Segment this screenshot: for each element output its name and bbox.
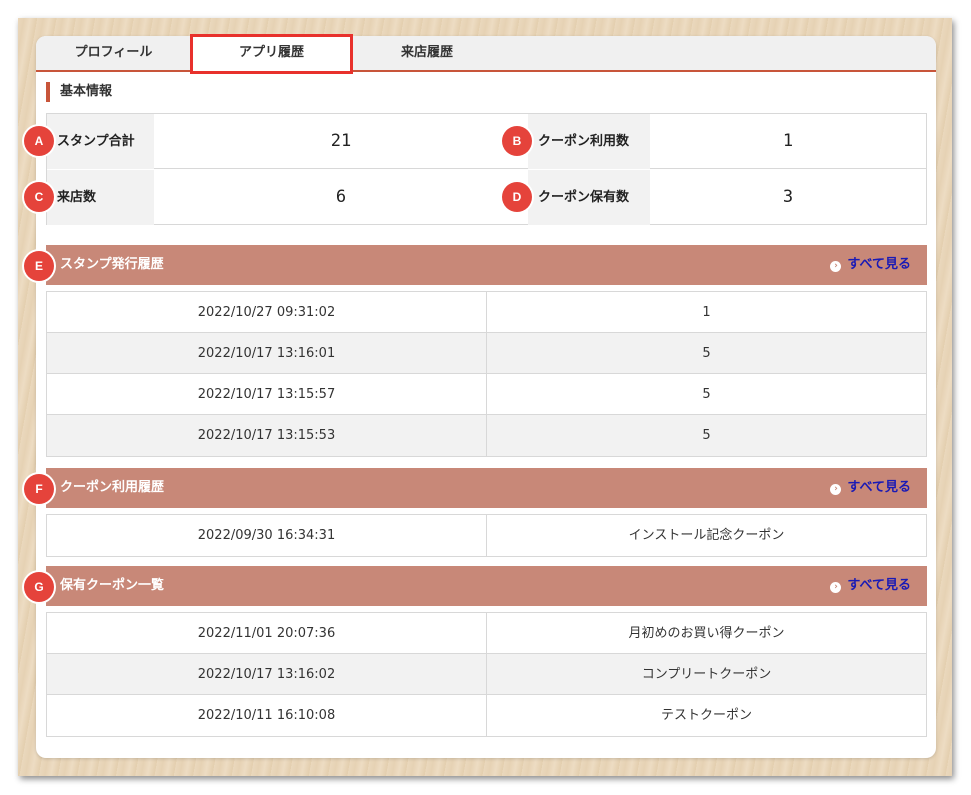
table-row: 2022/10/17 13:15:57 5 bbox=[47, 374, 926, 415]
coupon-usage-name: インストール記念クーポン bbox=[628, 528, 785, 543]
table-row: 2022/11/01 20:07:36 月初めのお買い得クーポン bbox=[47, 613, 926, 654]
table-row: 2022/10/17 13:16:02 コンプリートクーポン bbox=[47, 654, 926, 695]
coupon-owned-value: 3 bbox=[782, 187, 794, 207]
owned-coupons-title: 保有クーポン一覧 bbox=[60, 578, 165, 593]
owned-coupon-datetime: 2022/11/01 20:07:36 bbox=[47, 613, 487, 654]
stamp-history-header: スタンプ発行履歴 › すべて見る bbox=[46, 245, 927, 285]
table-row: 2022/09/30 16:34:31 インストール記念クーポン bbox=[47, 515, 926, 556]
chevron-right-icon: › bbox=[830, 484, 842, 495]
coupon-usage-header: クーポン利用履歴 › すべて見る bbox=[46, 468, 927, 508]
chevron-right-icon: › bbox=[830, 261, 842, 272]
owned-coupons-table: 2022/11/01 20:07:36 月初めのお買い得クーポン 2022/10… bbox=[46, 612, 927, 737]
coupon-usage-table: 2022/09/30 16:34:31 インストール記念クーポン bbox=[46, 514, 927, 557]
stamp-count: 5 bbox=[702, 428, 711, 443]
annotation-badge-d: D bbox=[502, 182, 532, 212]
annotation-badge-e: E bbox=[24, 251, 54, 281]
tab-profile[interactable]: プロフィール bbox=[50, 36, 177, 70]
annotation-badge-c: C bbox=[24, 182, 54, 212]
table-row: 2022/10/17 13:15:53 5 bbox=[47, 415, 926, 456]
stamp-history-table: 2022/10/27 09:31:02 1 2022/10/17 13:16:0… bbox=[46, 291, 927, 457]
table-row: 2022/10/27 09:31:02 1 bbox=[47, 292, 926, 333]
coupon-usage-see-all-link[interactable]: › すべて見る bbox=[830, 468, 911, 508]
tab-app-history[interactable]: アプリ履歴 bbox=[190, 34, 353, 74]
stamp-total-label: スタンプ合計 bbox=[47, 114, 154, 169]
stamp-datetime: 2022/10/17 13:15:53 bbox=[47, 415, 487, 456]
stamp-datetime: 2022/10/17 13:16:01 bbox=[47, 333, 487, 374]
info-row: 来店数 6 クーポン保有数 3 bbox=[47, 170, 926, 225]
stamp-count: 5 bbox=[702, 346, 711, 361]
stamp-total-value: 21 bbox=[330, 131, 352, 151]
owned-coupon-name: コンプリートクーポン bbox=[641, 667, 772, 682]
coupon-usage-datetime: 2022/09/30 16:34:31 bbox=[47, 515, 487, 556]
basic-info-heading: 基本情報 bbox=[46, 82, 112, 102]
owned-coupon-name: テストクーポン bbox=[660, 708, 752, 723]
table-row: 2022/10/17 13:16:01 5 bbox=[47, 333, 926, 374]
stamp-count: 1 bbox=[702, 305, 711, 320]
owned-coupons-see-all-link[interactable]: › すべて見る bbox=[830, 566, 911, 606]
coupon-used-value: 1 bbox=[782, 131, 794, 151]
stamp-history-see-all-link[interactable]: › すべて見る bbox=[830, 245, 911, 285]
chevron-right-icon: › bbox=[830, 582, 842, 593]
owned-coupon-datetime: 2022/10/11 16:10:08 bbox=[47, 695, 487, 736]
owned-coupon-name: 月初めのお買い得クーポン bbox=[628, 626, 785, 641]
annotation-badge-a: A bbox=[24, 126, 54, 156]
owned-coupon-datetime: 2022/10/17 13:16:02 bbox=[47, 654, 487, 695]
stamp-count: 5 bbox=[702, 387, 711, 402]
stamp-history-title: スタンプ発行履歴 bbox=[60, 257, 164, 272]
coupon-usage-title: クーポン利用履歴 bbox=[60, 480, 165, 495]
visit-count-label: 来店数 bbox=[47, 170, 154, 225]
annotation-badge-b: B bbox=[502, 126, 532, 156]
coupon-used-label: クーポン利用数 bbox=[528, 114, 650, 169]
info-row: スタンプ合計 21 クーポン利用数 1 bbox=[47, 114, 926, 169]
coupon-owned-label: クーポン保有数 bbox=[528, 170, 650, 225]
stamp-datetime: 2022/10/27 09:31:02 bbox=[47, 292, 487, 333]
annotation-badge-g: G bbox=[24, 572, 54, 602]
basic-info-table: スタンプ合計 21 クーポン利用数 1 来店数 6 クーポン保有数 3 bbox=[46, 113, 927, 225]
app-history-card: プロフィール 来店履歴 アプリ履歴 基本情報 スタンプ合計 21 クーポン利用数… bbox=[36, 34, 936, 758]
table-row: 2022/10/11 16:10:08 テストクーポン bbox=[47, 695, 926, 736]
visit-count-value: 6 bbox=[335, 187, 347, 207]
tab-visit-history[interactable]: 来店履歴 bbox=[356, 36, 498, 70]
stamp-datetime: 2022/10/17 13:15:57 bbox=[47, 374, 487, 415]
annotation-badge-f: F bbox=[24, 474, 54, 504]
tab-bar: プロフィール 来店履歴 bbox=[36, 36, 936, 72]
owned-coupons-header: 保有クーポン一覧 › すべて見る bbox=[46, 566, 927, 606]
